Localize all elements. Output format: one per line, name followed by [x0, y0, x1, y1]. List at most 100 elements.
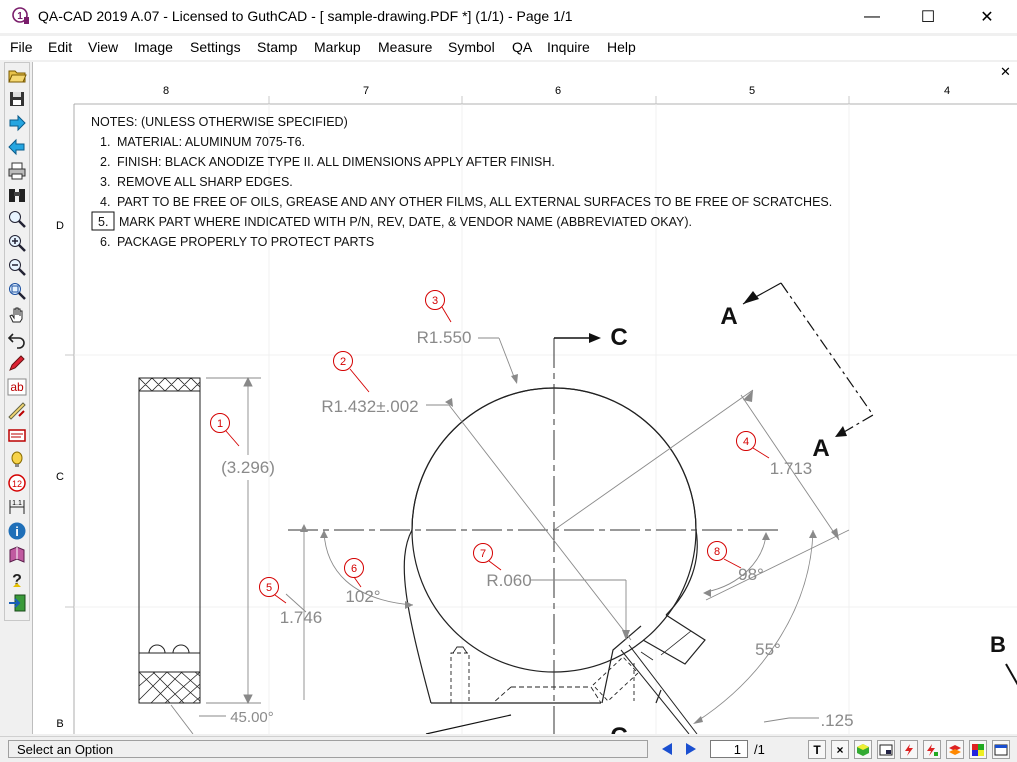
palette-icon	[972, 743, 984, 756]
section-a-bottom: A	[812, 435, 829, 462]
note-3-text: REMOVE ALL SHARP EDGES.	[117, 175, 293, 189]
dim-1-746: 1.746	[280, 608, 323, 627]
note-6-num: 6.	[100, 235, 110, 249]
exit-icon[interactable]	[7, 593, 27, 613]
open-file-icon[interactable]	[7, 65, 27, 85]
title-bar: 1 QA-CAD 2019 A.07 - Licensed to GuthCAD…	[0, 0, 1017, 33]
forward-arrow-icon[interactable]	[7, 113, 27, 133]
close-button[interactable]: ✕	[958, 0, 1016, 33]
dim-r1-550: R1.550	[417, 328, 472, 347]
status-message: Select an Option	[8, 740, 648, 758]
border-row-c: C	[56, 471, 64, 483]
note-5-text: MARK PART WHERE INDICATED WITH P/N, REV,…	[119, 215, 692, 229]
frame-icon	[879, 744, 893, 755]
dim-98-deg: 98°	[738, 565, 764, 584]
page-number-input[interactable]	[710, 740, 748, 758]
menu-settings[interactable]: Settings	[190, 39, 241, 55]
cancel-tool-button[interactable]: ×	[831, 740, 849, 759]
zoom-out-icon[interactable]	[7, 257, 27, 277]
pencil-icon[interactable]	[7, 353, 27, 373]
note-5-num: 5.	[98, 215, 108, 229]
balloon-number-icon[interactable]: 12	[7, 473, 27, 493]
back-arrow-icon[interactable]	[7, 137, 27, 157]
side-view-part	[138, 377, 201, 704]
drawing-svg: 8 7 6 5 4 D C B NOTES: (UNLESS OTHERWISE…	[56, 85, 1017, 734]
balloon-7-label: 7	[480, 548, 486, 560]
dim-55-deg: 55°	[755, 640, 781, 659]
pan-hand-icon[interactable]	[7, 305, 27, 325]
ruler-edit-icon[interactable]	[7, 401, 27, 421]
menu-image[interactable]: Image	[134, 39, 173, 55]
balloon-2-label: 2	[340, 356, 346, 368]
binoculars-icon[interactable]	[7, 185, 27, 205]
canvas-close-icon[interactable]: ✕	[1000, 64, 1011, 80]
svg-text:1.1: 1.1	[12, 500, 22, 507]
menu-file[interactable]: File	[10, 39, 33, 55]
border-col-6: 6	[555, 85, 561, 97]
layers-button[interactable]	[946, 740, 964, 759]
balloon-8-label: 8	[714, 546, 720, 558]
next-page-icon[interactable]	[682, 741, 700, 757]
prev-page-icon[interactable]	[658, 741, 676, 757]
clamp-front-view	[403, 387, 706, 734]
palette-button[interactable]	[969, 740, 987, 759]
save-icon[interactable]	[7, 89, 27, 109]
menu-help[interactable]: Help	[607, 39, 636, 55]
frame-button[interactable]	[877, 740, 895, 759]
section-c-top: C	[610, 324, 627, 351]
text-ab-icon[interactable]: ab	[7, 377, 27, 397]
border-row-b: B	[56, 718, 63, 730]
dim-102-deg: 102°	[345, 587, 380, 606]
menu-edit[interactable]: Edit	[48, 39, 72, 55]
dim-0-125: .125	[820, 711, 853, 730]
zoom-window-icon[interactable]	[7, 281, 27, 301]
menu-view[interactable]: View	[88, 39, 118, 55]
dim-3-296: (3.296)	[221, 458, 275, 477]
balloon-6-label: 6	[351, 563, 357, 575]
note-3-num: 3.	[100, 175, 110, 189]
cube-button[interactable]	[854, 740, 872, 759]
lightning-alt-button[interactable]	[923, 740, 941, 759]
border-row-d: D	[56, 220, 64, 232]
balloon-3-label: 3	[432, 295, 438, 307]
dimension-icon[interactable]: 1.1	[7, 497, 27, 517]
layers-icon	[949, 744, 961, 755]
zoom-in-icon[interactable]	[7, 233, 27, 253]
info-icon[interactable]: i	[7, 521, 27, 541]
menu-symbol[interactable]: Symbol	[448, 39, 495, 55]
undo-icon[interactable]	[7, 329, 27, 349]
lightning-alt-icon	[927, 743, 938, 756]
window-title: QA-CAD 2019 A.07 - Licensed to GuthCAD -…	[38, 8, 573, 24]
border-col-7: 7	[363, 85, 369, 97]
maximize-button[interactable]: ☐	[899, 0, 957, 33]
menu-measure[interactable]: Measure	[378, 39, 432, 55]
section-b: B	[990, 632, 1006, 657]
lightning-button[interactable]	[900, 740, 918, 759]
text-tool-button[interactable]: T	[808, 740, 826, 759]
lightning-icon	[905, 743, 913, 756]
svg-text:1: 1	[17, 11, 23, 22]
dim-1-713: 1.713	[770, 459, 813, 478]
menu-bar: File Edit View Image Settings Stamp Mark…	[0, 36, 1017, 60]
qa-cad-app-icon[interactable]: 1	[12, 7, 30, 25]
drawing-canvas[interactable]: 8 7 6 5 4 D C B NOTES: (UNLESS OTHERWISE…	[32, 62, 1017, 734]
balloon-4-label: 4	[743, 436, 749, 448]
note-1-num: 1.	[100, 135, 110, 149]
print-icon[interactable]	[7, 161, 27, 181]
zoom-icon[interactable]	[7, 209, 27, 229]
balloon-light-icon[interactable]	[7, 449, 27, 469]
help-icon[interactable]: ?	[7, 569, 27, 589]
minimize-button[interactable]: —	[843, 0, 901, 33]
svg-text:ab: ab	[10, 380, 24, 394]
stamp-note-icon[interactable]	[7, 425, 27, 445]
window-button[interactable]	[992, 740, 1010, 759]
note-6-text: PACKAGE PROPERLY TO PROTECT PARTS	[117, 235, 374, 249]
menu-markup[interactable]: Markup	[314, 39, 361, 55]
menu-qa[interactable]: QA	[512, 39, 532, 55]
menu-inquire[interactable]: Inquire	[547, 39, 590, 55]
section-a-top: A	[720, 303, 737, 330]
dim-r1-432: R1.432±.002	[321, 397, 418, 416]
menu-stamp[interactable]: Stamp	[257, 39, 297, 55]
book-icon[interactable]	[7, 545, 27, 565]
note-2-text: FINISH: BLACK ANODIZE TYPE II. ALL DIMEN…	[117, 155, 555, 169]
